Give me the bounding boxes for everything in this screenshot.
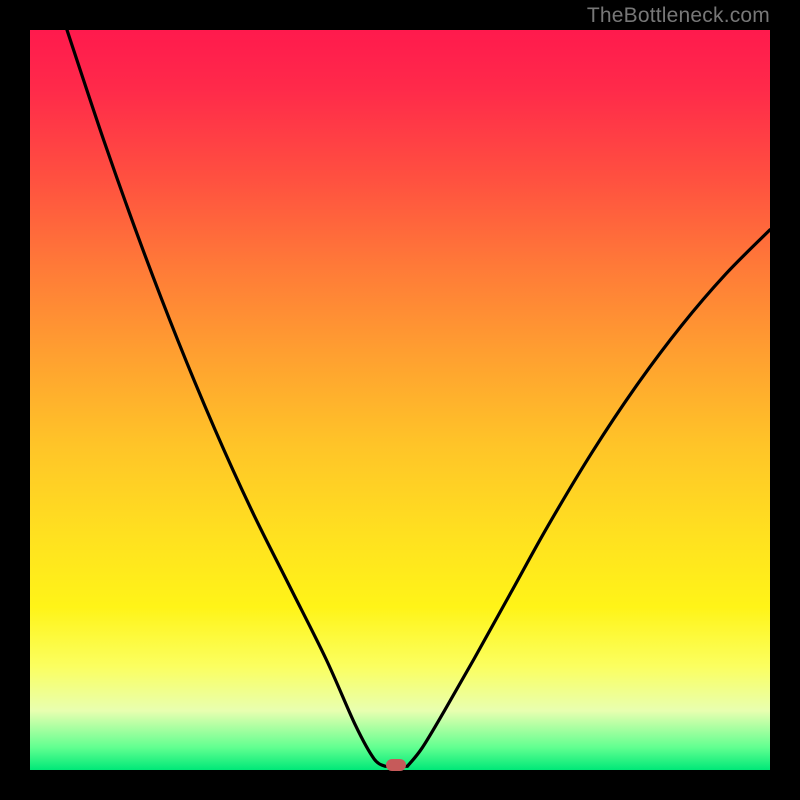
bottleneck-curve [30, 30, 770, 770]
watermark-label: TheBottleneck.com [587, 4, 770, 28]
optimal-point-marker [386, 759, 406, 771]
